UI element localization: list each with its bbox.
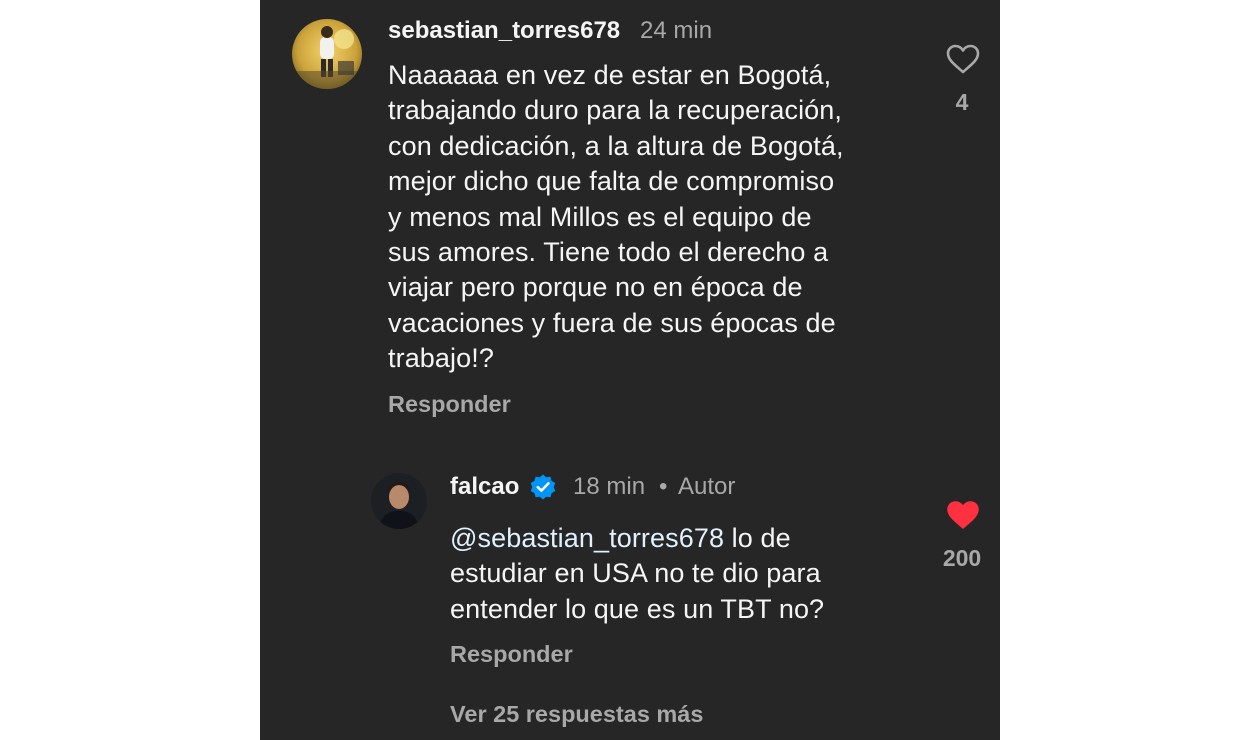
comment-text: Naaaaaa en vez de estar en Bogotá, traba… — [388, 60, 844, 374]
meta-separator: • — [659, 473, 668, 500]
heart-filled-icon[interactable] — [946, 500, 980, 530]
reply-button[interactable]: Responder — [388, 389, 511, 419]
avatar[interactable] — [371, 473, 427, 529]
reply-button[interactable]: Responder — [450, 639, 573, 669]
avatar[interactable] — [292, 19, 362, 89]
reply-timestamp: 18 min — [573, 473, 646, 500]
mention-link[interactable]: @sebastian_torres678 — [450, 523, 724, 553]
heart-outline-icon[interactable] — [946, 44, 980, 74]
comment-username[interactable]: sebastian_torres678 — [388, 16, 620, 46]
author-label: Autor — [678, 473, 736, 500]
comment-timestamp: 24 min — [640, 17, 713, 44]
comments-panel: sebastian_torres678 24 min Naaaaaa en ve… — [260, 0, 1000, 740]
like-count: 4 — [955, 89, 969, 115]
reply-username[interactable]: falcao — [450, 472, 519, 502]
like-count: 200 — [942, 545, 982, 571]
reply-text: @sebastian_torres678 lo de estudiar en U… — [450, 521, 930, 627]
verified-badge-icon — [529, 473, 557, 501]
view-more-replies-button[interactable]: Ver 25 respuestas más — [450, 699, 703, 729]
